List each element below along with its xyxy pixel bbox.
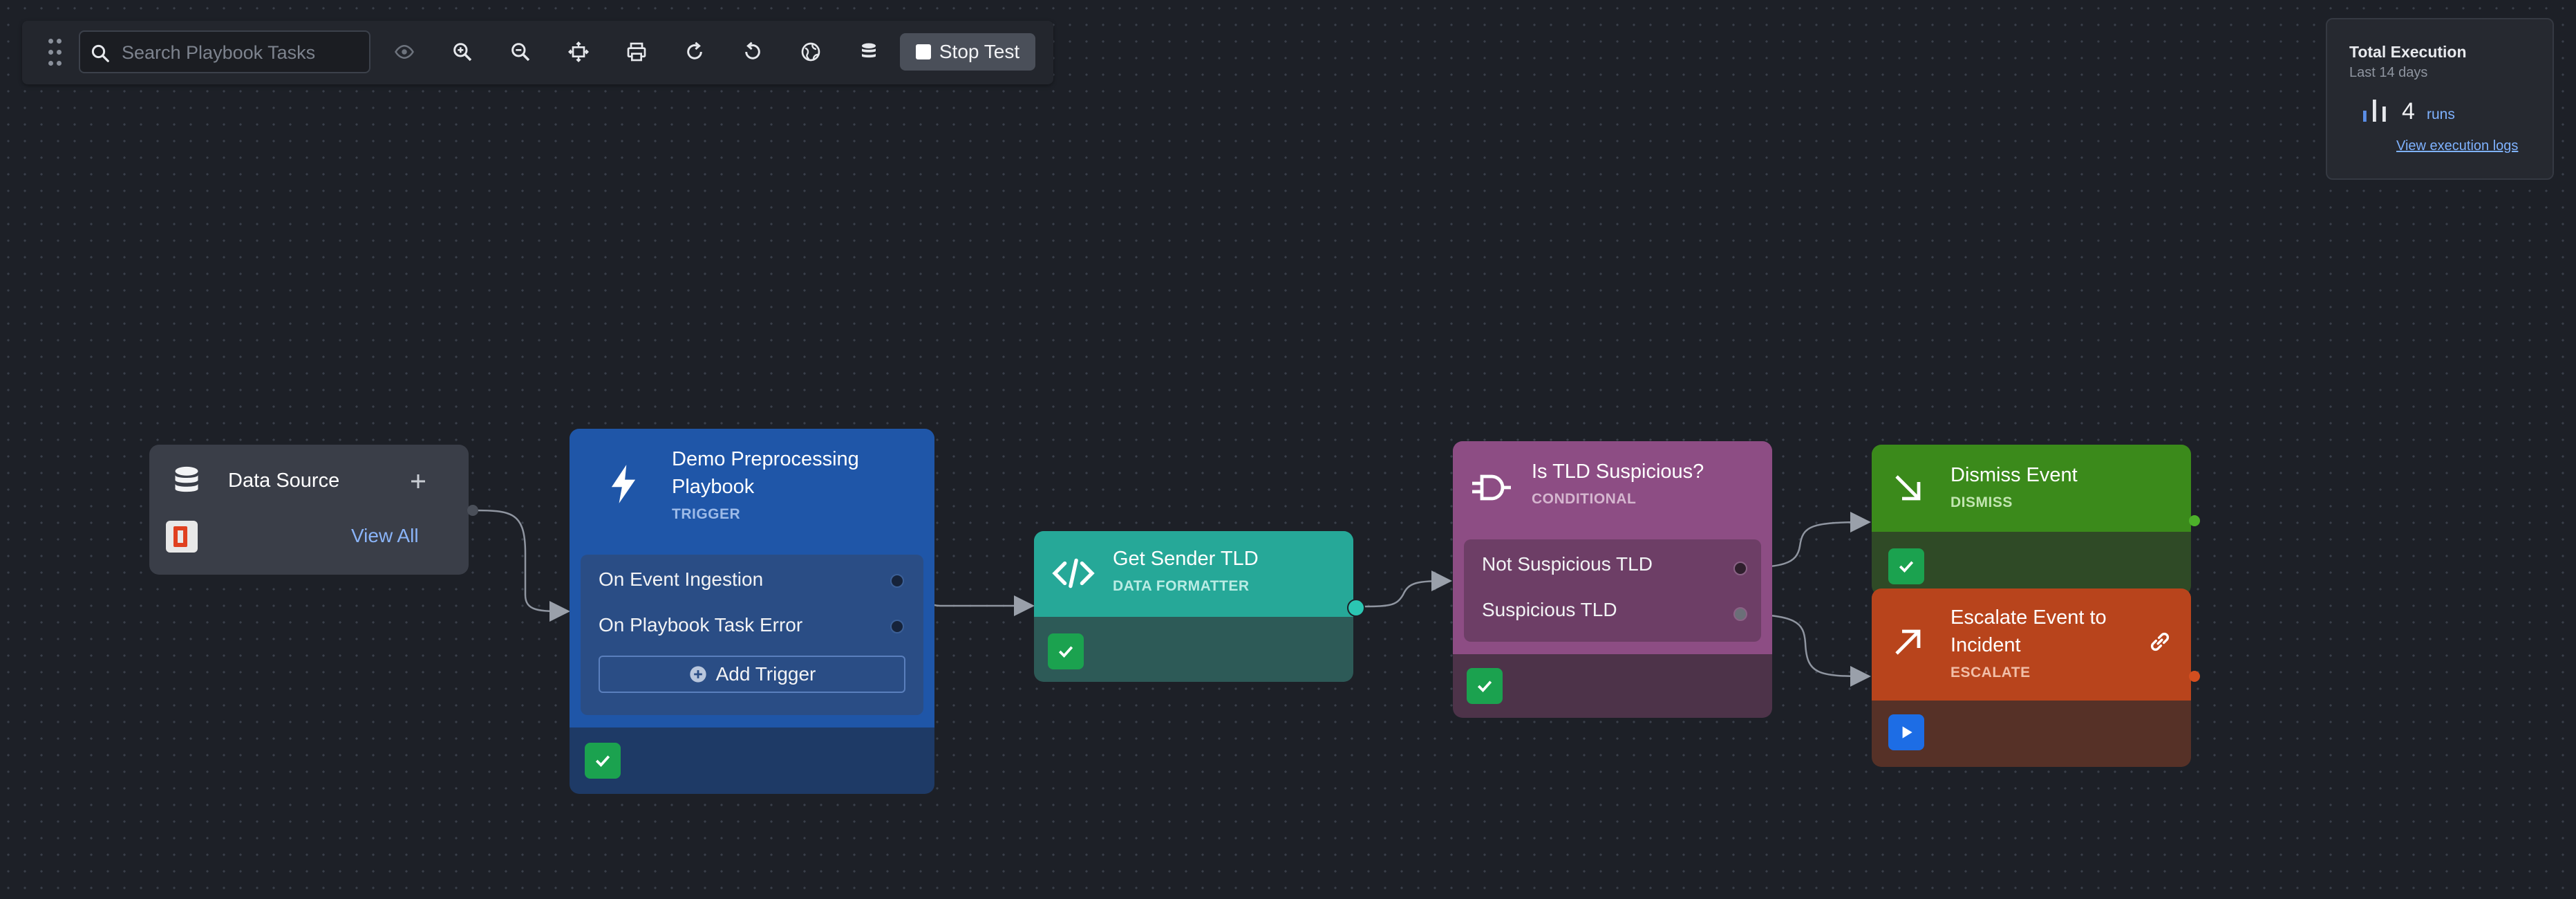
branch-port[interactable] (1733, 562, 1747, 575)
arrow-up-right-icon (1895, 629, 1921, 655)
dismiss-title: Dismiss Event (1950, 464, 2078, 486)
trigger-type: TRIGGER (672, 506, 741, 522)
search-icon (91, 44, 109, 62)
execution-subtitle: Last 14 days (2349, 65, 2428, 80)
code-icon (1052, 558, 1095, 588)
output-port[interactable] (467, 505, 478, 516)
play-icon[interactable] (1888, 714, 1924, 750)
search-input[interactable] (120, 37, 358, 68)
stop-test-button[interactable]: Stop Test (900, 33, 1035, 71)
branch-item[interactable]: Not Suspicious TLD (1482, 553, 1653, 575)
zoom-in-icon[interactable] (446, 36, 478, 68)
branch-item[interactable]: Suspicious TLD (1482, 599, 1617, 621)
dismiss-type: DISMISS (1950, 494, 2013, 510)
globe-icon[interactable] (795, 36, 827, 68)
eye-icon[interactable] (388, 36, 420, 68)
database-icon[interactable] (853, 36, 885, 68)
check-icon (1467, 668, 1503, 704)
fit-view-icon[interactable] (563, 36, 594, 68)
view-execution-logs-link[interactable]: View execution logs (2396, 138, 2518, 154)
branch-list: Not Suspicious TLD Suspicious TLD (1464, 539, 1761, 642)
escalate-title-line2: Incident (1950, 634, 2021, 656)
dismiss-output-port[interactable] (2189, 515, 2200, 526)
add-trigger-label: Add Trigger (715, 663, 816, 685)
check-icon (1048, 633, 1084, 669)
redo-icon[interactable] (679, 36, 711, 68)
bar-chart-icon (2363, 100, 2386, 122)
escalate-output-port[interactable] (2189, 671, 2200, 682)
view-all-link[interactable]: View All (351, 525, 419, 547)
drag-handle-icon[interactable] (47, 37, 64, 68)
trigger-item[interactable]: On Playbook Task Error (599, 614, 802, 636)
formatter-type: DATA FORMATTER (1113, 578, 1250, 594)
conditional-title: Is TLD Suspicious? (1532, 461, 1704, 483)
arrow-down-right-icon (1895, 475, 1921, 501)
execution-title: Total Execution (2349, 43, 2467, 61)
data-source-node[interactable]: Data Source View All (149, 445, 469, 575)
check-icon (585, 743, 621, 779)
execution-count: 4 (2402, 98, 2415, 124)
toolbar: Stop Test (22, 21, 1053, 84)
dismiss-node[interactable]: Dismiss Event DISMISS (1872, 445, 2191, 595)
stop-icon (915, 44, 931, 59)
trigger-item[interactable]: On Event Ingestion (599, 568, 763, 591)
escalate-node[interactable]: Escalate Event to Incident ESCALATE (1872, 588, 2191, 767)
escalate-type: ESCALATE (1950, 665, 2031, 680)
search-box (79, 30, 370, 73)
trigger-item-port[interactable] (890, 574, 904, 588)
trigger-list: On Event Ingestion On Playbook Task Erro… (581, 555, 923, 715)
formatter-output-port[interactable] (1347, 599, 1365, 617)
logic-gate-icon (1472, 474, 1511, 501)
conditional-type: CONDITIONAL (1532, 491, 1637, 507)
check-icon (1888, 548, 1924, 584)
data-formatter-node[interactable]: Get Sender TLD DATA FORMATTER (1034, 531, 1353, 682)
link-icon[interactable] (2148, 630, 2172, 654)
branch-port[interactable] (1733, 607, 1747, 621)
plus-circle-icon (689, 666, 706, 683)
escalate-title-line1: Escalate Event to (1950, 606, 2107, 629)
total-execution-card: Total Execution Last 14 days 4 runs View… (2326, 18, 2554, 180)
add-trigger-button[interactable]: Add Trigger (599, 656, 905, 693)
zoom-out-icon[interactable] (505, 36, 536, 68)
trigger-title-line2: Playbook (672, 476, 755, 498)
conditional-node[interactable]: Is TLD Suspicious? CONDITIONAL Not Suspi… (1453, 441, 1772, 718)
office-icon (166, 521, 198, 553)
database-icon (175, 466, 198, 492)
add-icon[interactable] (408, 471, 429, 492)
stop-test-label: Stop Test (939, 41, 1020, 62)
trigger-title-line1: Demo Preprocessing (672, 448, 859, 470)
execution-unit: runs (2427, 106, 2455, 122)
trigger-item-port[interactable] (890, 620, 904, 633)
data-source-title: Data Source (228, 470, 340, 492)
formatter-title: Get Sender TLD (1113, 548, 1259, 570)
print-icon[interactable] (621, 36, 652, 68)
lightning-icon (611, 465, 636, 503)
trigger-node[interactable]: Demo Preprocessing Playbook TRIGGER On E… (570, 429, 934, 794)
undo-icon[interactable] (737, 36, 769, 68)
